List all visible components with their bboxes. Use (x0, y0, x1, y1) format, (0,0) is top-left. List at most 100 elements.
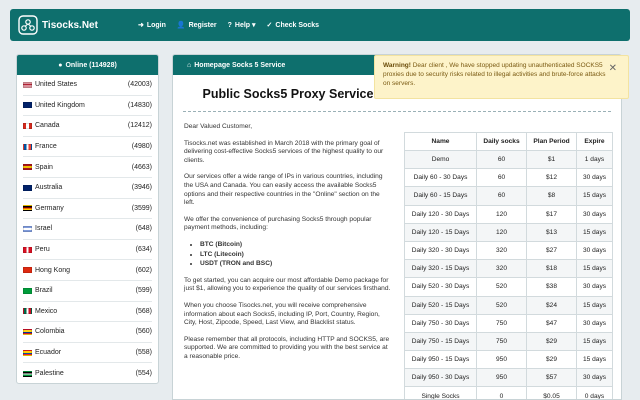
country-count: (3599) (131, 204, 152, 212)
table-cell: 950 (476, 368, 527, 388)
table-cell: Daily 60 - 15 Days (404, 186, 477, 206)
country-name: Colombia (35, 328, 65, 336)
table-cell: Daily 120 - 30 Days (404, 204, 477, 224)
question-icon: ? (227, 21, 232, 29)
table-cell: $29 (526, 331, 577, 352)
check-icon: ✓ (266, 22, 273, 29)
alert-strong: Warning! (383, 62, 411, 69)
country-name: Peru (35, 246, 50, 254)
flag-icon (23, 81, 32, 88)
table-row: Daily 750 - 15 Days 750 $29 15 days (404, 331, 613, 352)
payment-item: LTC (Litecoin) (200, 251, 392, 260)
country-item[interactable]: Germany (3599) (23, 199, 152, 220)
flag-icon (23, 225, 32, 232)
main-panel: ⌂ Homepage Socks 5 Service Public Socks5… (172, 54, 622, 400)
country-count: (599) (135, 287, 152, 295)
table-cell: $38 (526, 277, 577, 297)
country-count: (634) (135, 246, 152, 254)
country-name: Mexico (35, 307, 58, 315)
payment-item: USDT (TRON and BSC) (200, 260, 392, 269)
table-cell: $24 (526, 295, 577, 315)
table-row: Daily 950 - 30 Days 950 $57 30 days (404, 368, 613, 388)
table-cell: Daily 520 - 15 Days (404, 295, 477, 315)
table-cell: $57 (526, 368, 577, 388)
country-item[interactable]: Ecuador (558) (23, 343, 152, 364)
paragraph-5: When you choose Tisocks.net, you will re… (184, 301, 380, 327)
table-cell: $0.05 (526, 386, 577, 399)
flag-icon (23, 102, 32, 109)
nav-item[interactable]: ➜ Login (137, 21, 166, 30)
flag-icon (23, 370, 32, 377)
table-cell: Daily 750 - 15 Days (404, 331, 477, 352)
table-row: Single Socks 0 $0.05 0 days (404, 386, 613, 399)
table-cell: 30 days (576, 204, 613, 224)
online-sidebar: ● Online (114928) United States (42003) Un… (16, 54, 159, 384)
country-item[interactable]: Israel (648) (23, 219, 152, 240)
table-cell: Daily 520 - 30 Days (404, 277, 477, 297)
nav-item[interactable]: 👤 Register (177, 21, 217, 30)
country-item[interactable]: United States (42003) (23, 75, 152, 96)
paragraph-3: We offer the convenience of purchasing S… (184, 215, 372, 232)
top-navbar: Tisocks.Net ➜ Login 👤 Register ? Help ▾ ✓ Check… (10, 9, 630, 41)
table-cell: 520 (476, 277, 527, 297)
country-item[interactable]: Colombia (560) (23, 322, 152, 343)
country-name: France (35, 143, 57, 151)
flag-icon (23, 205, 32, 212)
country-item[interactable]: Peru (634) (23, 240, 152, 261)
country-count: (568) (135, 307, 152, 315)
nav-item[interactable]: ✓ Check Socks (266, 21, 319, 30)
country-item[interactable]: Spain (4663) (23, 157, 152, 178)
table-cell: 750 (476, 313, 527, 333)
table-row: Daily 320 - 15 Days 320 $18 15 days (404, 259, 613, 279)
country-item[interactable]: Mexico (568) (23, 302, 152, 323)
brand[interactable]: Tisocks.Net (18, 15, 98, 35)
globe-icon: ● (58, 61, 63, 69)
table-cell: $1 (526, 149, 577, 170)
country-count: (558) (135, 349, 152, 357)
table-cell: $17 (526, 204, 577, 224)
country-count: (3946) (131, 184, 152, 192)
table-cell: Daily 320 - 15 Days (404, 259, 477, 279)
flag-icon (23, 246, 32, 253)
table-cell: Daily 60 - 30 Days (404, 168, 477, 188)
country-name: Israel (35, 225, 53, 233)
paragraph-1: Tisocks.net was established in March 201… (184, 139, 384, 164)
country-item[interactable]: France (4980) (23, 137, 152, 158)
table-cell: 950 (476, 350, 527, 370)
login-icon: ➜ (137, 22, 144, 29)
country-name: Hong Kong (35, 266, 71, 274)
country-item[interactable]: Canada (12412) (23, 116, 152, 137)
close-icon[interactable]: ✕ (609, 64, 617, 74)
alert-text: Dear client , We have stopped updating u… (383, 62, 606, 87)
flag-icon (23, 267, 32, 274)
table-row: Daily 60 - 30 Days 60 $12 30 days (404, 168, 613, 188)
nav-item[interactable]: ? Help ▾ (227, 21, 256, 30)
table-cell: Demo (404, 149, 477, 170)
logo-icon (18, 15, 38, 35)
country-item[interactable]: Brazil (599) (23, 281, 152, 302)
nav-menu: ➜ Login 👤 Register ? Help ▾ ✓ Check Socks (137, 21, 330, 30)
country-name: Spain (35, 163, 53, 171)
country-item[interactable]: Palestine (554) (23, 363, 152, 383)
country-name: Canada (35, 122, 60, 130)
table-cell: 15 days (576, 222, 613, 242)
country-name: Ecuador (35, 349, 62, 357)
country-name: Germany (35, 204, 64, 212)
country-item[interactable]: United Kingdom (14830) (23, 96, 152, 117)
country-item[interactable]: Australia (3946) (23, 178, 152, 199)
nav-item-label: Register (188, 21, 217, 29)
country-count: (12412) (127, 122, 152, 130)
sidebar-title: Online (114928) (65, 61, 117, 69)
flag-icon (23, 143, 32, 150)
country-item[interactable]: Hong Kong (602) (23, 260, 152, 281)
flag-icon (23, 122, 32, 129)
paragraph-6: Please remember that all protocols, incl… (184, 335, 390, 360)
table-cell: $18 (526, 259, 577, 279)
table-cell: 750 (476, 331, 527, 352)
flag-icon (23, 308, 32, 315)
flag-icon (23, 349, 32, 356)
divider (183, 111, 611, 112)
table-cell: Daily 750 - 30 Days (404, 313, 477, 333)
table-cell: Daily 950 - 15 Days (404, 350, 477, 370)
country-list: United States (42003) United Kingdom (14830… (17, 75, 158, 383)
